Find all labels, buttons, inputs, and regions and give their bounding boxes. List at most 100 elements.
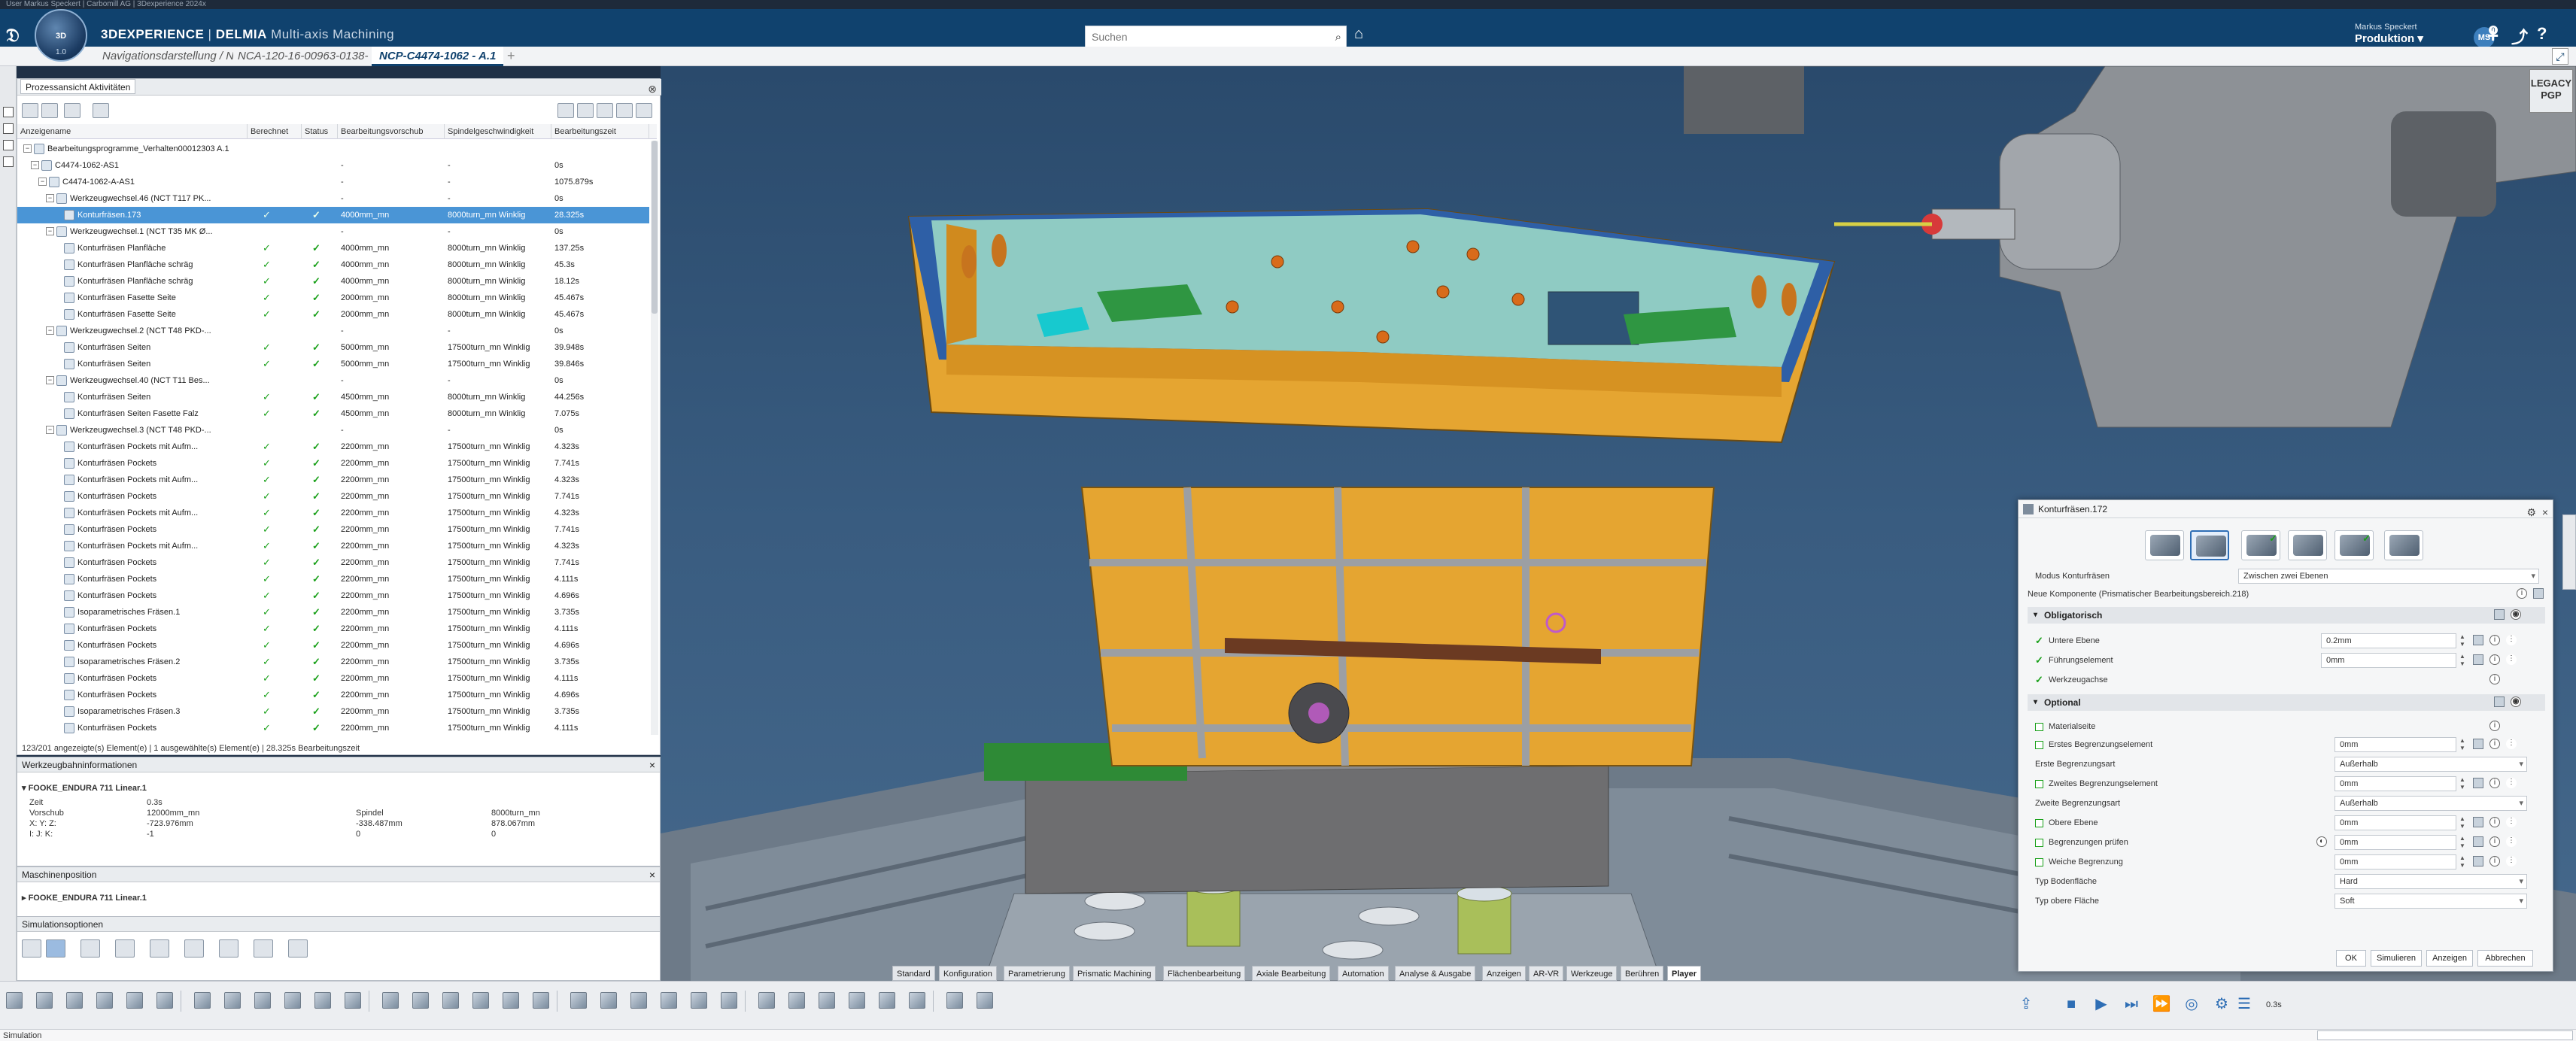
edit-icon[interactable] [2473,778,2483,788]
edit-icon[interactable] [2473,836,2483,847]
tree-row[interactable]: Konturfräsen Pockets mit Aufm... ✓ ✓ 2200mm… [17,472,649,488]
view-options-icon[interactable] [93,103,109,118]
lower-plane-input[interactable]: 0.2mm [2321,633,2456,648]
chamfer-icon[interactable] [691,992,707,1009]
close-icon[interactable]: ⊗ [648,80,657,97]
step-forward-icon[interactable]: ⏭ [2122,994,2141,1014]
more-icon[interactable]: ⋮ [2506,836,2517,847]
col-spindle[interactable]: Spindelgeschwindigkeit [445,124,551,139]
tree-collapse-icon[interactable]: − [46,426,54,434]
spinner-icon[interactable]: ▲ ▼ [2458,854,2467,870]
tree-row[interactable]: Konturfräsen.173 ✓ ✓ 4000mm_mn 8000turn_mn W… [17,207,649,223]
tree-collapse-icon[interactable]: − [38,178,47,186]
add-icon[interactable]: + [2487,24,2499,47]
add-tab-icon[interactable]: + [507,47,515,65]
tree-row[interactable]: − Werkzeugwechsel.2 (NCT T48 PKD-... - - 0s [17,323,649,339]
grid-icon[interactable] [636,103,652,118]
stock-icon[interactable] [254,992,271,1009]
pocket-icon[interactable] [442,992,459,1009]
tree-row[interactable]: − C4474-1062-AS1 - - 0s [17,157,649,174]
verify-icon[interactable] [909,992,925,1009]
top-plane-input[interactable]: 0mm [2334,815,2456,830]
user-role[interactable]: Produktion ▾ [2355,32,2423,45]
profile-icon[interactable] [533,992,549,1009]
tree-row[interactable]: Konturfräsen Pockets mit Aufm... ✓ ✓ 2200mm… [17,439,649,455]
info-icon[interactable]: i [2489,836,2500,847]
help-icon[interactable]: ? [2537,24,2547,44]
wb-tab-prismatic[interactable]: Prismatic Machining [1073,966,1156,981]
more-icon[interactable]: ⋮ [2506,856,2517,866]
tree-row[interactable]: − Werkzeugwechsel.3 (NCT T48 PKD-... - - 0s [17,422,649,439]
info-icon[interactable]: i [2517,588,2527,599]
copy-icon[interactable] [36,992,53,1009]
tab-ncp[interactable]: NCP-C4474-1062 - A.1 [372,47,504,66]
checkbox[interactable] [2035,741,2043,749]
new-component-label[interactable]: Neue Komponente (Prismatischer Bearbeitu… [2028,586,2249,602]
wb-tab-axial[interactable]: Axiale Bearbeitung [1252,966,1331,981]
checkbox[interactable] [2035,858,2043,866]
info-icon[interactable]: i [2489,654,2500,665]
checkbox[interactable] [2035,723,2043,731]
tree-row[interactable]: Konturfräsen Seiten ✓ ✓ 5000mm_mn 17500turn_… [17,339,649,356]
spinner-icon[interactable]: ▲ ▼ [2458,776,2467,791]
cut-icon[interactable] [6,992,23,1009]
wb-tab-flaechen[interactable]: Flächenbearbeitung [1163,966,1246,981]
sim-axis-icon[interactable] [184,939,204,958]
face-icon[interactable] [503,992,519,1009]
search-icon[interactable]: ⌕ [1335,31,1341,44]
col-computed[interactable]: Berechnet [248,124,302,139]
filter-icon[interactable] [3,123,14,134]
export-icon[interactable]: ⇪ [2016,994,2036,1014]
layers-icon[interactable] [3,156,14,167]
setup-icon[interactable] [224,992,241,1009]
iso-icon[interactable] [570,992,587,1009]
close-icon[interactable]: × [2542,503,2548,521]
soft-limit-input[interactable]: 0mm [2334,854,2456,870]
fixture-icon[interactable] [284,992,301,1009]
wb-tab-standard[interactable]: Standard [892,966,935,981]
wb-tab-parametrierung[interactable]: Parametrierung [1004,966,1070,981]
checkbox[interactable] [2035,780,2043,788]
second-limit-type-select[interactable]: Außerhalb [2334,796,2527,811]
tree-collapse-icon[interactable]: − [46,326,54,335]
tree-row[interactable]: − Werkzeugwechsel.1 (NCT T35 MK Ø... - - 0s [17,223,649,240]
tree-collapse-icon[interactable] [41,103,58,118]
tree-collapse-icon[interactable]: − [46,376,54,384]
col-feed[interactable]: Bearbeitungsvorschub [338,124,445,139]
second-limit-input[interactable]: 0mm [2334,776,2456,791]
tree-row[interactable]: Konturfräsen Seiten Fasette Falz ✓ ✓ 4500mm… [17,405,649,422]
tree-row[interactable]: Konturfräsen Pockets ✓ ✓ 2200mm_mn 17500turn… [17,488,649,505]
output-icon[interactable] [946,992,963,1009]
wb-tab-konfiguration[interactable]: Konfiguration [939,966,997,981]
mode-select[interactable]: Zwischen zwei Ebenen [2238,569,2539,584]
select-icon[interactable] [156,992,173,1009]
top-type-select[interactable]: Soft [2334,894,2527,909]
tree-row[interactable]: − Bearbeitungsprogramme_Verhalten00012303… [17,141,649,157]
show-button[interactable]: Anzeigen [2426,950,2473,967]
section-optional[interactable]: ▾ Optional ◉ [2028,694,2545,711]
undo-icon[interactable] [96,992,113,1009]
info-icon[interactable]: i [2489,635,2500,645]
more-icon[interactable]: ⋮ [2506,739,2517,749]
tab-options[interactable] [2384,530,2423,560]
list-icon[interactable] [2533,588,2544,599]
edit-icon[interactable] [2473,739,2483,749]
machpos-machine[interactable]: ▸ FOOKE_ENDURA 711 Linear.1 [22,893,147,903]
info-icon[interactable]: i [2489,817,2500,827]
tree-row[interactable]: Konturfräsen Seiten ✓ ✓ 5000mm_mn 17500turn_… [17,356,649,372]
tree-row[interactable]: Konturfräsen Fasette Seite ✓ ✓ 2000mm_mn 800… [17,306,649,323]
sim-path-icon[interactable] [80,939,100,958]
scrollbar-thumb[interactable] [652,141,658,314]
tree-row[interactable]: Konturfräsen Pockets ✓ ✓ 2200mm_mn 17500turn… [17,720,649,736]
tree-row[interactable]: Konturfräsen Pockets ✓ ✓ 2200mm_mn 17500turn… [17,637,649,654]
wb-tab-player[interactable]: Player [1667,966,1702,981]
info-icon[interactable]: i [2489,856,2500,866]
settings-icon[interactable]: ⚙ [2212,994,2231,1014]
tab-navigation[interactable]: Navigationsdarstellung / N [95,47,233,66]
tree-row[interactable]: Isoparametrisches Fräsen.3 ✓ ✓ 2200mm_mn 175… [17,703,649,720]
col-time[interactable]: Bearbeitungszeit [551,124,649,139]
machine-icon[interactable] [314,992,331,1009]
copy-op-icon[interactable] [849,992,865,1009]
tag-icon[interactable]: ⌂ [1354,26,1363,43]
sim-run-icon[interactable] [22,939,41,958]
